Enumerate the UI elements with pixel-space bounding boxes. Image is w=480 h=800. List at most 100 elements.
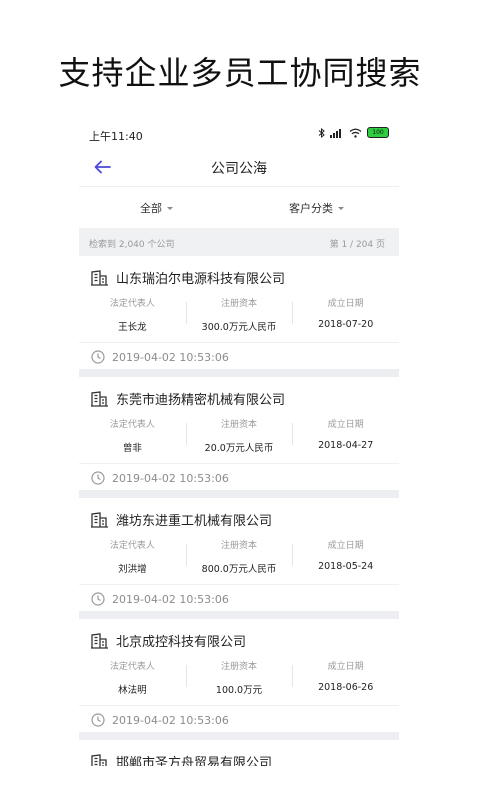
company-card[interactable]: 东莞市迪扬精密机械有限公司 法定代表人 曾非 注册资本 20.0万元人民币 成立… — [79, 377, 399, 490]
legal-rep-value: 王长龙 — [118, 322, 147, 333]
status-icons: 100 — [318, 127, 389, 138]
company-header: 北京成控科技有限公司 — [91, 631, 246, 650]
page-indicator: 第 1 / 204 页 — [329, 240, 385, 250]
founded-value: 2018-04-27 — [318, 440, 374, 451]
card-separator — [79, 584, 399, 585]
legal-rep-field: 法定代表人 刘洪增 — [79, 536, 186, 576]
clock-icon — [91, 713, 105, 727]
phone-screen: 上午11:40 100 公司公海 全部 客户分类 检索到 2,040 个公司 第… — [79, 116, 399, 766]
caret-down-icon — [167, 206, 173, 210]
capital-value: 300.0万元人民币 — [201, 322, 277, 333]
building-icon — [91, 269, 108, 286]
founded-field: 成立日期 2018-06-26 — [292, 657, 399, 697]
founded-value: 2018-06-26 — [318, 682, 374, 693]
promo-headline: 支持企业多员工协同搜索 — [58, 54, 422, 92]
founded-label: 成立日期 — [327, 662, 364, 672]
company-name: 邯郸市圣方舟贸易有限公司 — [116, 756, 273, 766]
nav-bar: 公司公海 — [79, 148, 399, 187]
company-name: 潍坊东进重工机械有限公司 — [116, 514, 273, 529]
legal-rep-value: 曾非 — [122, 443, 142, 454]
clock-icon — [91, 350, 105, 364]
company-list: 山东瑞泊尔电源科技有限公司 法定代表人 王长龙 注册资本 300.0万元人民币 … — [79, 256, 399, 766]
card-footer: 2019-04-02 10:53:06 — [91, 592, 229, 606]
building-icon — [91, 632, 108, 649]
updated-time: 2019-04-02 10:53:06 — [112, 713, 229, 727]
card-separator — [79, 342, 399, 343]
result-summary: 检索到 2,040 个公司 第 1 / 204 页 — [79, 228, 399, 256]
filter-category-label: 客户分类 — [289, 202, 333, 215]
company-name: 东莞市迪扬精密机械有限公司 — [116, 393, 286, 408]
list-divider — [79, 611, 399, 619]
clock-icon — [91, 592, 105, 606]
page-title: 公司公海 — [211, 161, 267, 177]
founded-label: 成立日期 — [327, 541, 364, 551]
founded-field: 成立日期 2018-05-24 — [292, 536, 399, 576]
legal-rep-value: 林法明 — [118, 685, 147, 696]
capital-label: 注册资本 — [221, 541, 258, 551]
capital-label: 注册资本 — [221, 662, 258, 672]
wifi-icon — [349, 128, 362, 138]
capital-field: 注册资本 100.0万元 — [185, 657, 293, 697]
legal-rep-field: 法定代表人 林法明 — [79, 657, 186, 697]
card-separator — [79, 705, 399, 706]
legal-rep-label: 法定代表人 — [109, 662, 155, 672]
company-card[interactable]: 邯郸市圣方舟贸易有限公司 — [79, 740, 399, 766]
company-card[interactable]: 北京成控科技有限公司 法定代表人 林法明 注册资本 100.0万元 成立日期 2… — [79, 619, 399, 732]
updated-time: 2019-04-02 10:53:06 — [112, 350, 229, 364]
company-header: 东莞市迪扬精密机械有限公司 — [91, 389, 285, 408]
signal-icon — [330, 128, 341, 138]
updated-time: 2019-04-02 10:53:06 — [112, 471, 229, 485]
page: 支持企业多员工协同搜索 上午11:40 100 公司公海 全部 客户分类 检索到… — [0, 0, 480, 800]
founded-field: 成立日期 2018-07-20 — [292, 294, 399, 334]
capital-field: 注册资本 800.0万元人民币 — [185, 536, 293, 576]
legal-rep-label: 法定代表人 — [109, 420, 155, 430]
building-icon — [91, 753, 107, 766]
capital-value: 100.0万元 — [215, 685, 263, 696]
card-footer: 2019-04-02 10:53:06 — [91, 471, 229, 485]
company-name: 山东瑞泊尔电源科技有限公司 — [116, 272, 286, 287]
filter-bar: 全部 客户分类 — [79, 188, 399, 228]
legal-rep-field: 法定代表人 王长龙 — [79, 294, 186, 334]
filter-all-dropdown[interactable]: 全部 — [140, 200, 173, 216]
capital-label: 注册资本 — [221, 299, 258, 309]
bluetooth-icon — [318, 127, 325, 138]
founded-label: 成立日期 — [327, 420, 364, 430]
founded-field: 成立日期 2018-04-27 — [292, 415, 399, 455]
company-fields: 法定代表人 林法明 注册资本 100.0万元 成立日期 2018-06-26 — [79, 657, 399, 697]
caret-down-icon — [338, 206, 344, 210]
capital-label: 注册资本 — [221, 420, 258, 430]
capital-field: 注册资本 20.0万元人民币 — [185, 415, 293, 455]
company-fields: 法定代表人 刘洪增 注册资本 800.0万元人民币 成立日期 2018-05-2… — [79, 536, 399, 576]
building-icon — [91, 511, 108, 528]
list-divider — [79, 490, 399, 498]
legal-rep-value: 刘洪增 — [118, 564, 147, 575]
company-fields: 法定代表人 曾非 注册资本 20.0万元人民币 成立日期 2018-04-27 — [79, 415, 399, 455]
result-count: 检索到 2,040 个公司 — [89, 240, 175, 250]
filter-all-label: 全部 — [140, 202, 162, 215]
legal-rep-label: 法定代表人 — [109, 299, 155, 309]
battery-icon: 100 — [367, 127, 389, 138]
filter-category-dropdown[interactable]: 客户分类 — [289, 200, 344, 216]
founded-value: 2018-07-20 — [318, 319, 374, 330]
legal-rep-label: 法定代表人 — [109, 541, 155, 551]
updated-time: 2019-04-02 10:53:06 — [112, 592, 229, 606]
capital-value: 800.0万元人民币 — [201, 564, 277, 575]
card-footer: 2019-04-02 10:53:06 — [91, 713, 229, 727]
card-separator — [79, 463, 399, 464]
capital-field: 注册资本 300.0万元人民币 — [185, 294, 293, 334]
status-time: 上午11:40 — [89, 130, 143, 143]
company-header: 潍坊东进重工机械有限公司 — [91, 510, 272, 529]
company-card[interactable]: 山东瑞泊尔电源科技有限公司 法定代表人 王长龙 注册资本 300.0万元人民币 … — [79, 256, 399, 369]
company-header: 山东瑞泊尔电源科技有限公司 — [91, 268, 285, 287]
company-name: 北京成控科技有限公司 — [116, 635, 247, 650]
card-footer: 2019-04-02 10:53:06 — [91, 350, 229, 364]
building-icon — [91, 390, 108, 407]
founded-value: 2018-05-24 — [318, 561, 374, 572]
company-card[interactable]: 潍坊东进重工机械有限公司 法定代表人 刘洪增 注册资本 800.0万元人民币 成… — [79, 498, 399, 611]
legal-rep-field: 法定代表人 曾非 — [79, 415, 186, 455]
list-divider — [79, 369, 399, 377]
company-fields: 法定代表人 王长龙 注册资本 300.0万元人民币 成立日期 2018-07-2… — [79, 294, 399, 334]
clock-icon — [91, 471, 105, 485]
founded-label: 成立日期 — [327, 299, 364, 309]
company-header: 邯郸市圣方舟贸易有限公司 — [91, 752, 272, 766]
